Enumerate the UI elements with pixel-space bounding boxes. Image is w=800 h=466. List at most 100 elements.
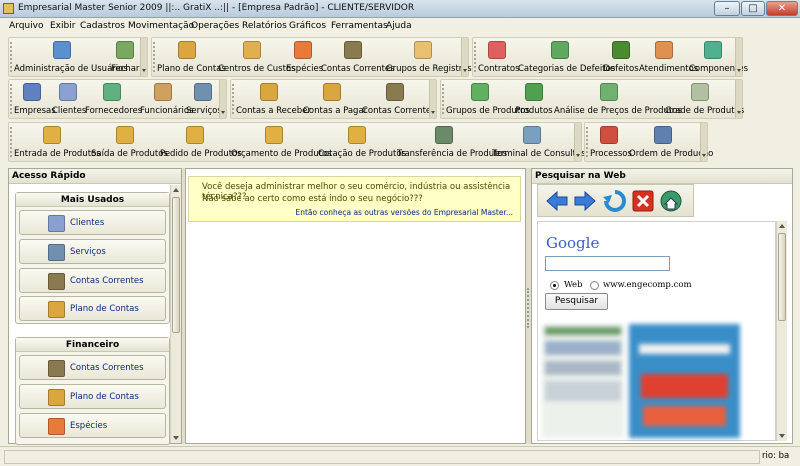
home-globe-icon[interactable] bbox=[659, 189, 683, 213]
scroll-down-icon[interactable] bbox=[173, 436, 179, 440]
toolbar-grip[interactable] bbox=[10, 127, 13, 157]
grid-products-icon bbox=[691, 83, 709, 101]
refresh-icon[interactable] bbox=[603, 189, 627, 213]
categorias-defeitos-button[interactable]: Categorias de Defeitos bbox=[518, 39, 615, 76]
entrada-produtos-button[interactable]: Entrada de Produtos bbox=[14, 124, 101, 161]
toolbar-grip[interactable] bbox=[232, 84, 235, 114]
toolbar-grip[interactable] bbox=[10, 84, 13, 114]
menu-relatorios[interactable]: Relatórios bbox=[242, 21, 287, 31]
menu-ferramentas[interactable]: Ferramentas bbox=[331, 21, 388, 31]
left-splitter[interactable] bbox=[182, 168, 185, 444]
processos-button[interactable]: Processos bbox=[590, 124, 632, 161]
plano-contas-button[interactable]: Plano de Contas bbox=[157, 39, 226, 76]
app-icon bbox=[3, 3, 14, 14]
menu-graficos[interactable]: Gráficos bbox=[289, 21, 326, 31]
menu-exibir[interactable]: Exibir bbox=[50, 21, 75, 31]
transferencia-produtos-button[interactable]: Transferência de Produtos bbox=[397, 124, 507, 161]
minimize-button[interactable]: – bbox=[714, 1, 740, 16]
promo-info-box: Você deseja administrar melhor o seu com… bbox=[188, 176, 521, 222]
stop-icon[interactable] bbox=[631, 189, 655, 213]
contas-correntes-button[interactable]: Contas Correntes bbox=[321, 39, 395, 76]
toolbar-grip[interactable] bbox=[153, 42, 156, 72]
grade-produtos-button[interactable]: Grade de Produtos bbox=[665, 81, 744, 118]
empresas-button[interactable]: Empresas bbox=[14, 81, 56, 118]
group-financeiro: Financeiro Contas Correntes Plano de Con… bbox=[15, 337, 170, 445]
menu-cadastros[interactable]: Cadastros bbox=[80, 21, 125, 31]
toolbar-overflow[interactable] bbox=[140, 38, 147, 76]
contas-correntes-button-2[interactable]: Contas Correntes bbox=[362, 81, 436, 118]
toolbar-grip[interactable] bbox=[10, 42, 13, 72]
analise-precos-button[interactable]: Análise de Preços de Produtos bbox=[554, 81, 682, 118]
menu-movimentacao[interactable]: Movimentação bbox=[128, 21, 194, 31]
toolbar-overflow[interactable] bbox=[735, 38, 742, 76]
back-arrow-icon[interactable] bbox=[545, 189, 569, 213]
contratos-button[interactable]: Contratos bbox=[478, 39, 520, 76]
quick-clientes-button[interactable]: Clientes bbox=[19, 210, 166, 235]
scroll-thumb[interactable] bbox=[172, 197, 180, 333]
ordem-producao-button[interactable]: Ordem de Produção bbox=[629, 124, 713, 161]
funcionarios-button[interactable]: Funcionários bbox=[140, 81, 194, 118]
toolbar-overflow[interactable] bbox=[700, 123, 707, 161]
grupos-registros-button[interactable]: Grupos de Registros bbox=[386, 39, 472, 76]
toolbar-overflow[interactable] bbox=[735, 80, 742, 118]
bug-icon bbox=[612, 41, 630, 59]
toolbar-overflow[interactable] bbox=[219, 80, 226, 118]
google-search-button[interactable]: Pesquisar bbox=[545, 293, 608, 310]
forward-arrow-icon[interactable] bbox=[573, 189, 597, 213]
fornecedores-button[interactable]: Fornecedores bbox=[85, 81, 142, 118]
clientes-button[interactable]: Clientes bbox=[52, 81, 86, 118]
contas-pagar-button[interactable]: Contas a Pagar bbox=[303, 81, 367, 118]
transfer-icon bbox=[435, 126, 453, 144]
google-search-input[interactable] bbox=[545, 256, 670, 271]
info-link[interactable]: Então conheça as outras versões do Empre… bbox=[296, 208, 514, 217]
close-app-button[interactable]: Fechar bbox=[111, 39, 139, 76]
toolbar-overflow[interactable] bbox=[574, 123, 581, 161]
toolbar-grip[interactable] bbox=[442, 84, 445, 114]
admin-users-button[interactable]: Administração de Usuários bbox=[14, 39, 128, 76]
toolbar-overflow[interactable] bbox=[461, 38, 468, 76]
terminal-consultas-button[interactable]: Terminal de Consultas bbox=[492, 124, 586, 161]
toolbar-grip[interactable] bbox=[474, 42, 477, 72]
fin-plano-contas-button[interactable]: Plano de Contas bbox=[19, 384, 166, 409]
safe-icon bbox=[386, 83, 404, 101]
toolbar-grip[interactable] bbox=[586, 127, 589, 157]
price-quote-icon bbox=[348, 126, 366, 144]
servicos-button[interactable]: Serviços bbox=[186, 81, 222, 118]
radio-web[interactable] bbox=[550, 281, 559, 290]
toolbar-overflow[interactable] bbox=[429, 80, 436, 118]
fin-especies-button[interactable]: Espécies bbox=[19, 413, 166, 438]
close-button[interactable]: ✕ bbox=[766, 1, 798, 16]
quick-contas-correntes-button[interactable]: Contas Correntes bbox=[19, 268, 166, 293]
quick-access-scrollbar[interactable] bbox=[170, 185, 181, 443]
status-panel bbox=[4, 450, 760, 464]
saida-produtos-button[interactable]: Saída de Produtos bbox=[91, 124, 168, 161]
quick-servicos-button[interactable]: Serviços bbox=[19, 239, 166, 264]
window-title: Empresarial Master Senior 2009 ||:.. Gra… bbox=[18, 3, 415, 13]
grupos-produtos-button[interactable]: Grupos de Produtos bbox=[446, 81, 530, 118]
browser-scrollbar[interactable] bbox=[776, 221, 787, 441]
scroll-thumb[interactable] bbox=[778, 233, 786, 321]
menu-arquivo[interactable]: Arquivo bbox=[9, 21, 43, 31]
pedido-produtos-button[interactable]: Pedido de Produtos bbox=[160, 124, 242, 161]
menu-operacoes[interactable]: Operações bbox=[191, 21, 239, 31]
menu-ajuda[interactable]: Ajuda bbox=[386, 21, 412, 31]
contas-receber-button[interactable]: Contas a Receber bbox=[236, 81, 311, 118]
scroll-up-icon[interactable] bbox=[779, 224, 785, 228]
quote-icon bbox=[265, 126, 283, 144]
group-title: Financeiro bbox=[16, 338, 169, 352]
scroll-down-icon[interactable] bbox=[779, 434, 785, 438]
orcamento-produtos-button[interactable]: Orçamento de Produtos bbox=[231, 124, 332, 161]
centros-custos-button[interactable]: Centros de Custos bbox=[218, 39, 296, 76]
cotacao-produtos-button[interactable]: Cotação de Produtos bbox=[318, 124, 406, 161]
especies-button[interactable]: Espécies bbox=[286, 39, 323, 76]
scroll-up-icon[interactable] bbox=[173, 188, 179, 192]
radio-site[interactable] bbox=[590, 281, 599, 290]
right-splitter[interactable] bbox=[526, 168, 531, 444]
quick-plano-contas-button[interactable]: Plano de Contas bbox=[19, 296, 166, 321]
fin-contas-correntes-button[interactable]: Contas Correntes bbox=[19, 355, 166, 380]
componentes-button[interactable]: Componentes bbox=[689, 39, 748, 76]
atendimentos-button[interactable]: Atendimentos bbox=[639, 39, 698, 76]
maximize-button[interactable]: □ bbox=[741, 1, 765, 16]
defeitos-button[interactable]: Defeitos bbox=[603, 39, 639, 76]
produtos-button[interactable]: Produtos bbox=[515, 81, 553, 118]
